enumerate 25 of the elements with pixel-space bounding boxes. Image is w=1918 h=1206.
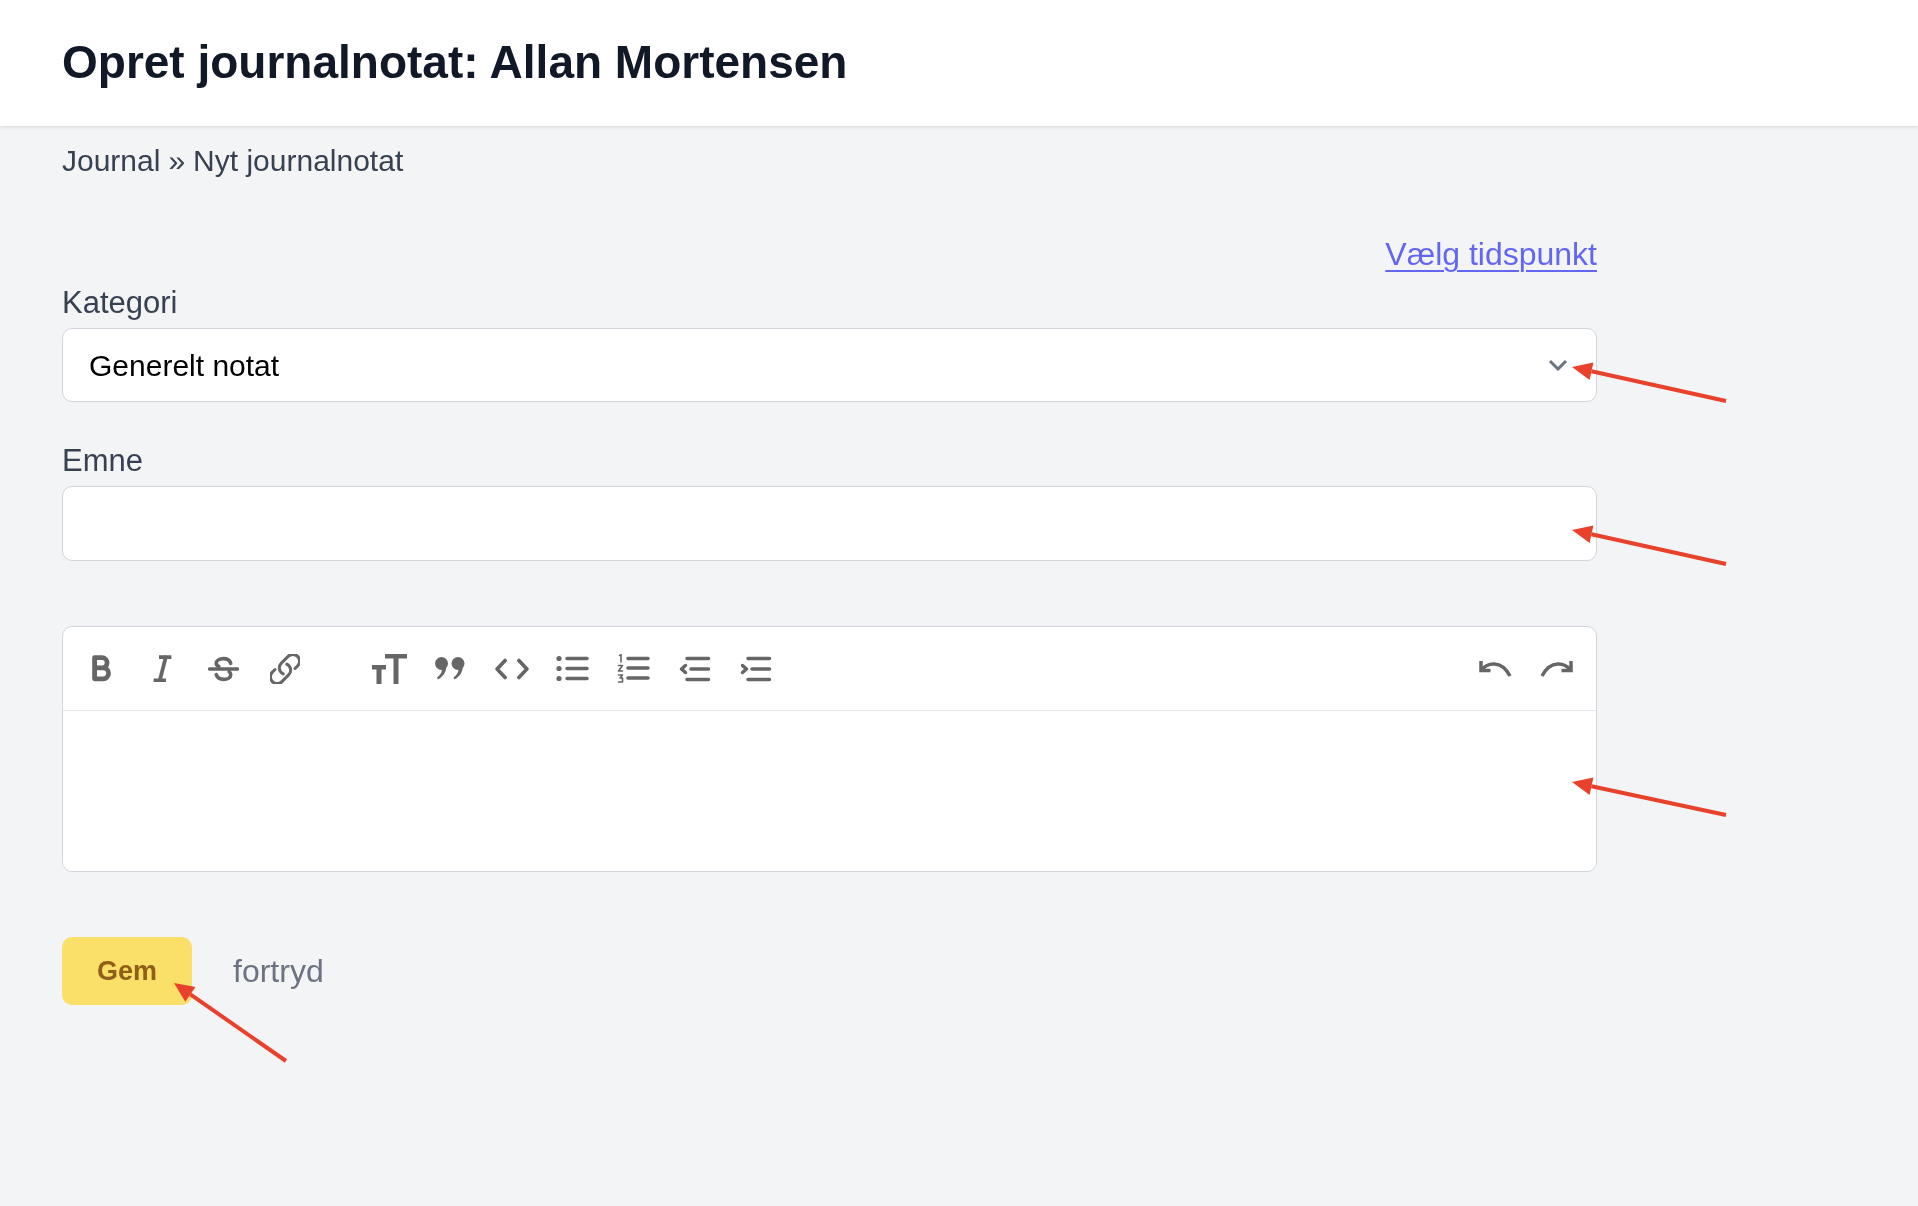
breadcrumb-link[interactable]: Journal [62,145,161,177]
code-icon [494,657,529,680]
strikethrough-icon [208,655,239,682]
chevron-down-icon [1548,359,1568,371]
bold-icon [90,655,113,682]
redo-icon [1540,660,1573,677]
link-icon [269,653,300,684]
breadcrumb-current: Nyt journalnotat [193,145,404,177]
field-label: Emne [62,444,144,478]
choose-time-link[interactable]: Vælg tidspunkt [1385,238,1597,270]
breadcrumb-separator: » [168,145,186,177]
page-title: Opret journalnotat: Allan Mortensen [62,35,848,89]
numbered-list-icon [617,654,650,683]
save-button[interactable]: Gem [62,937,192,1005]
bullet-list-icon [556,655,589,682]
cancel-link[interactable]: fortryd [233,951,324,991]
outdent-icon [678,655,711,682]
field-label: Kategori [62,286,179,320]
subject-input[interactable] [62,486,1597,561]
category-select[interactable]: Generelt notat [62,328,1597,402]
italic-icon [153,655,172,682]
undo-icon [1479,660,1512,677]
indent-icon [739,655,772,682]
quote-icon [435,656,466,681]
text-size-icon [372,653,407,684]
